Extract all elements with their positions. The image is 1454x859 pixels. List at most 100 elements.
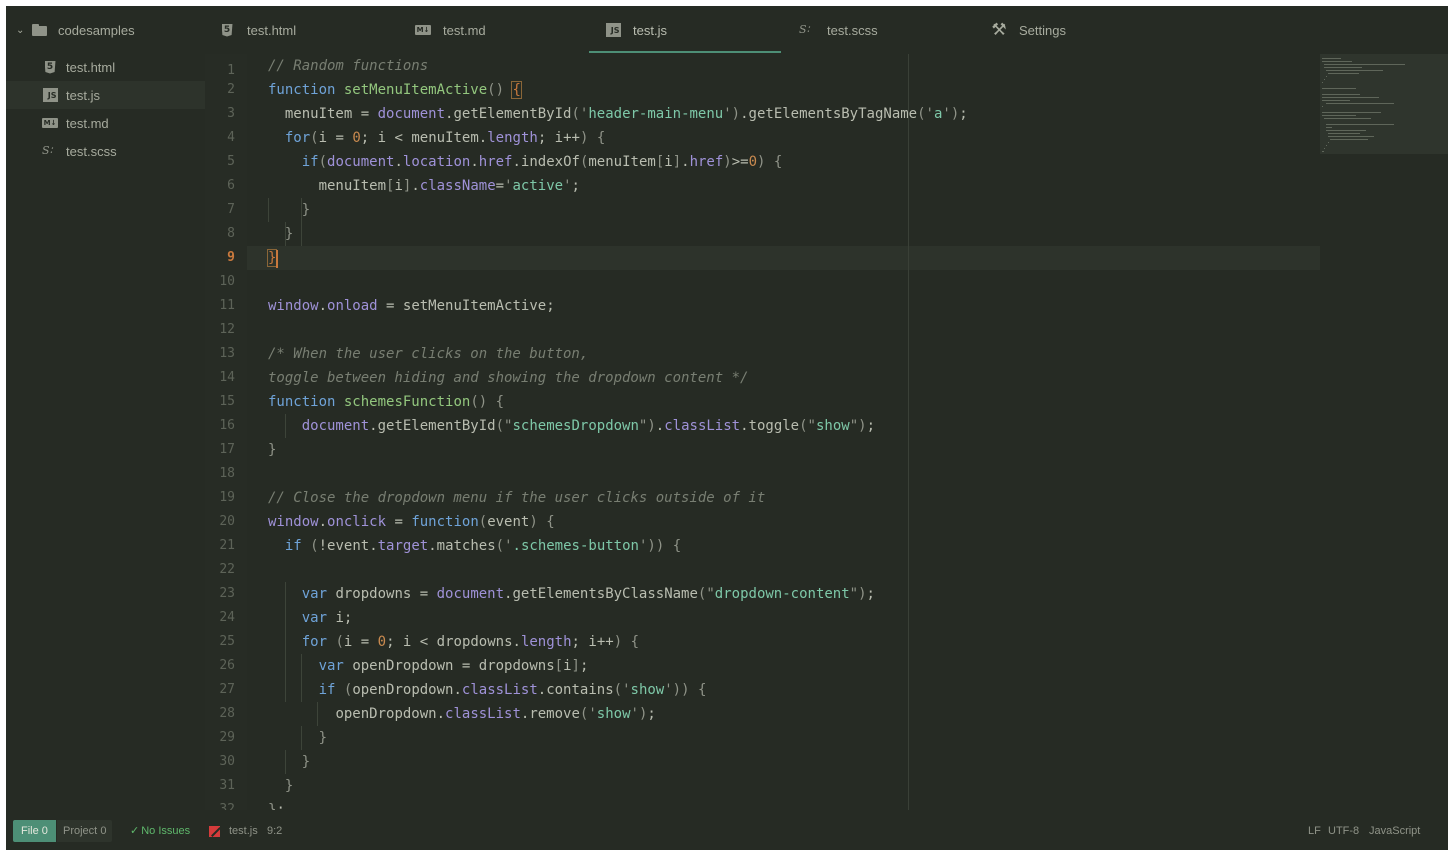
line-number[interactable]: 14 — [205, 366, 235, 390]
linter-status[interactable]: ✓ No Issues — [130, 820, 190, 842]
line-number[interactable]: 2 — [205, 78, 235, 102]
line-number[interactable]: 6 — [205, 174, 235, 198]
line-ending-selector[interactable]: LF — [1308, 820, 1321, 842]
code-line[interactable]: if (openDropdown.classList.contains('sho… — [268, 678, 707, 702]
project-root-folder[interactable]: ⌄ codesamples — [6, 14, 205, 46]
line-number[interactable]: 20 — [205, 510, 235, 534]
tree-item-label: test.md — [66, 115, 109, 131]
code-line[interactable]: var openDropdown = dropdowns[i]; — [268, 654, 589, 678]
line-number[interactable]: 29 — [205, 726, 235, 750]
file-status-icon[interactable] — [209, 826, 220, 837]
code-line[interactable]: toggle between hiding and showing the dr… — [268, 366, 748, 390]
line-number[interactable]: 13 — [205, 342, 235, 366]
line-number[interactable]: 22 — [205, 558, 235, 582]
code-line[interactable]: for(i = 0; i < menuItem.length; i++) { — [268, 126, 605, 150]
line-number[interactable]: 3 — [205, 102, 235, 126]
minimap-line — [1330, 139, 1368, 140]
line-number[interactable]: 32 — [205, 798, 235, 810]
text-editor[interactable]: 1 2 3 4 5 6 7 8 9 10 11 12 13 14 15 16 17 18 19 20 21 22 23 24 2… — [205, 54, 1448, 810]
code-line[interactable]: } — [268, 750, 310, 774]
line-number[interactable]: 21 — [205, 534, 235, 558]
code-line[interactable]: if(document.location.href.indexOf(menuIt… — [268, 150, 783, 174]
tree-item-test-md[interactable]: M↓ test.md — [6, 109, 205, 137]
tree-item-test-scss[interactable]: S∶ test.scss — [6, 137, 205, 165]
code-line[interactable]: for (i = 0; i < dropdowns.length; i++) { — [268, 630, 639, 654]
project-root-label: codesamples — [58, 22, 135, 38]
tab-label: Settings — [1019, 22, 1066, 38]
code-line[interactable]: document.getElementById("schemesDropdown… — [268, 414, 875, 438]
tab-test-scss[interactable]: S∶ test.scss — [797, 6, 878, 54]
code-line[interactable]: menuItem[i].className='active'; — [268, 174, 580, 198]
code-line[interactable]: var i; — [268, 606, 353, 630]
grammar-selector[interactable]: JavaScript — [1369, 820, 1420, 842]
tab-bar: 5 test.html M↓ test.md JS test.js S∶ tes… — [205, 6, 1448, 54]
line-number[interactable]: 11 — [205, 294, 235, 318]
line-number[interactable]: 25 — [205, 630, 235, 654]
code-line[interactable]: menuItem = document.getElementById('head… — [268, 102, 968, 126]
tab-test-md[interactable]: M↓ test.md — [413, 6, 486, 54]
linter-project-tab[interactable]: Project 0 — [57, 820, 113, 842]
minimap-line — [1322, 106, 1323, 107]
code-line[interactable]: window.onclick = function(event) { — [268, 510, 555, 534]
minimap-line — [1326, 145, 1327, 146]
code-line[interactable]: if (!event.target.matches('.schemes-butt… — [268, 534, 681, 558]
code-line[interactable]: openDropdown.classList.remove('show'); — [268, 702, 655, 726]
line-number[interactable]: 27 — [205, 678, 235, 702]
status-filename[interactable]: test.js — [229, 820, 258, 842]
line-number[interactable]: 24 — [205, 606, 235, 630]
line-number[interactable]: 9 — [205, 246, 235, 270]
line-number[interactable]: 16 — [205, 414, 235, 438]
line-number[interactable]: 26 — [205, 654, 235, 678]
code-line[interactable]: // Close the dropdown menu if the user c… — [268, 486, 765, 510]
line-number[interactable]: 31 — [205, 774, 235, 798]
line-number[interactable]: 19 — [205, 486, 235, 510]
js-icon: JS — [603, 23, 623, 37]
code-line[interactable]: } — [268, 726, 327, 750]
cursor-line-highlight — [205, 246, 1320, 270]
encoding-selector[interactable]: UTF-8 — [1328, 820, 1359, 842]
tree-item-test-js[interactable]: JS test.js — [6, 81, 205, 109]
line-number[interactable]: 1 — [205, 54, 235, 78]
linter-file-count: 0 — [41, 825, 48, 837]
tree-view: ⌄ codesamples 5 test.html JS test.js M↓ … — [6, 6, 205, 810]
tab-test-js[interactable]: JS test.js — [603, 6, 667, 54]
code-line[interactable]: } — [268, 774, 293, 798]
line-number[interactable]: 12 — [205, 318, 235, 342]
code-line[interactable]: // Random functions — [268, 54, 428, 78]
line-number[interactable]: 8 — [205, 222, 235, 246]
code-area[interactable]: 1 2 3 4 5 6 7 8 9 10 11 12 13 14 15 16 17 18 19 20 21 22 23 24 2… — [205, 54, 1320, 810]
linter-file-tab[interactable]: File 0 — [13, 820, 56, 842]
code-line[interactable]: window.onload = setMenuItemActive; — [268, 294, 555, 318]
indent-guide — [301, 222, 302, 246]
code-line[interactable]: function setMenuItemActive() { — [268, 78, 522, 102]
line-number-gutter[interactable]: 1 2 3 4 5 6 7 8 9 10 11 12 13 14 15 16 17 18 19 20 21 22 23 24 2… — [205, 54, 247, 810]
editor-window: ⌄ codesamples 5 test.html JS test.js M↓ … — [6, 6, 1448, 850]
line-number[interactable]: 4 — [205, 126, 235, 150]
code-line[interactable]: } — [268, 438, 276, 462]
chevron-down-icon[interactable]: ⌄ — [16, 25, 30, 36]
cursor-position[interactable]: 9:2 — [267, 820, 282, 842]
tab-test-html[interactable]: 5 test.html — [217, 6, 296, 54]
line-number[interactable]: 18 — [205, 462, 235, 486]
line-number[interactable]: 5 — [205, 150, 235, 174]
code-line[interactable]: } — [268, 198, 310, 222]
line-number[interactable]: 30 — [205, 750, 235, 774]
line-number[interactable]: 10 — [205, 270, 235, 294]
tree-item-label: test.js — [66, 87, 100, 103]
tree-item-test-html[interactable]: 5 test.html — [6, 53, 205, 81]
code-line[interactable]: } — [268, 222, 293, 246]
tab-settings[interactable]: ⚒ Settings — [989, 6, 1066, 54]
minimap[interactable] — [1320, 54, 1448, 810]
code-line[interactable]: /* When the user clicks on the button, — [268, 342, 588, 366]
minimap-line — [1322, 88, 1356, 89]
code-line[interactable]: var dropdowns = document.getElementsByCl… — [268, 582, 875, 606]
line-number[interactable]: 7 — [205, 198, 235, 222]
line-number[interactable]: 17 — [205, 438, 235, 462]
line-number[interactable]: 28 — [205, 702, 235, 726]
linter-file-label: File — [21, 825, 39, 837]
tree-item-label: test.scss — [66, 143, 117, 159]
code-line[interactable]: }; — [268, 798, 285, 810]
code-line[interactable]: function schemesFunction() { — [268, 390, 504, 414]
line-number[interactable]: 15 — [205, 390, 235, 414]
line-number[interactable]: 23 — [205, 582, 235, 606]
